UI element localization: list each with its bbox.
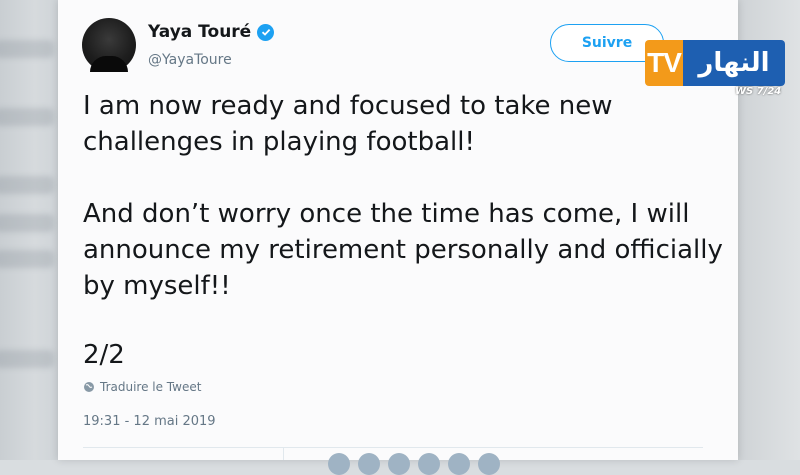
background-blur-shape [0,40,54,58]
avatar-shirt [90,56,128,72]
background-blur-shape [0,176,54,194]
tweet-timestamp[interactable]: 19:31 - 12 mai 2019 [83,414,216,429]
divider [83,447,703,448]
translate-label[interactable]: Traduire le Tweet [100,380,201,394]
author-name[interactable]: Yaya Touré [148,22,251,42]
liker-avatar[interactable] [358,453,380,475]
tweet-body: I am now ready and focused to take new c… [83,88,723,304]
liker-avatar[interactable] [418,453,440,475]
channel-name: النهار [683,40,785,86]
liker-avatar[interactable] [328,453,350,475]
tweet-card: Yaya Touré @YayaToure Suivre I am now re… [58,0,738,475]
liker-avatar[interactable] [388,453,410,475]
verified-badge-icon [257,23,275,41]
background-blur-shape [0,350,54,368]
avatar[interactable] [82,18,136,72]
author-handle[interactable]: @YayaToure [148,52,232,68]
globe-icon [84,382,94,392]
checkmark-icon [261,28,270,36]
author-row: Yaya Touré [148,22,275,42]
divider-vertical [283,447,284,460]
background-blur-shape [0,250,54,268]
tv-badge: TV [645,40,683,86]
tv-channel-logo: TV النهار [645,40,785,86]
liker-avatars [328,453,500,475]
background-blur-shape [0,214,54,232]
channel-ticker: WS 7/24 [735,86,782,97]
blurred-background-left [0,0,58,460]
tweet-paragraph-1: I am now ready and focused to take new c… [83,91,613,157]
background-blur-shape [0,108,54,126]
tweet-paragraph-2: And don’t worry once the time has come, … [83,199,723,301]
liker-avatar[interactable] [448,453,470,475]
translate-tweet-link[interactable]: Traduire le Tweet [83,380,201,394]
liker-avatar[interactable] [478,453,500,475]
thread-counter: 2/2 [83,340,125,370]
